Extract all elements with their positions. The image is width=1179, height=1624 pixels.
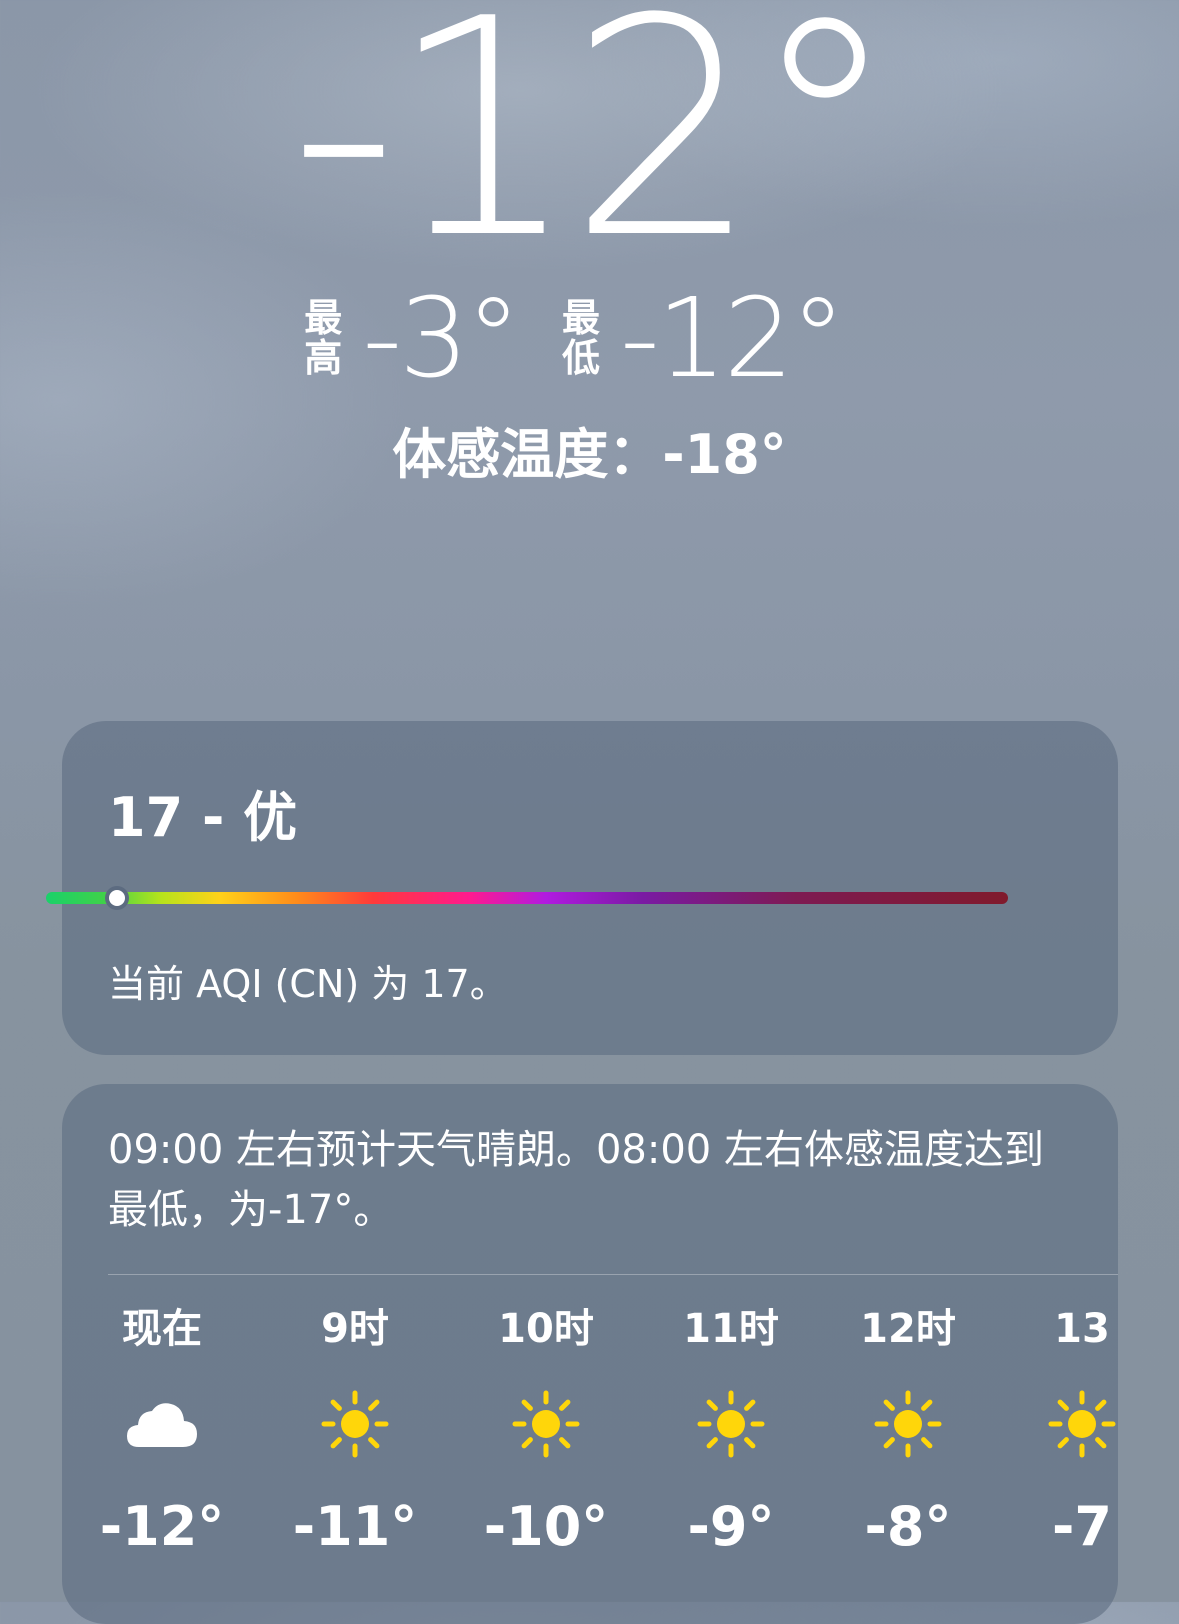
hour-column: 9时 -11° — [265, 1289, 445, 1575]
divider — [108, 1274, 1118, 1275]
hour-time: 13 — [1054, 1306, 1110, 1352]
hour-temperature: -12° — [99, 1495, 225, 1558]
hour-column: 现在 -12° — [72, 1289, 252, 1575]
hourly-forecast-list[interactable]: 现在 -12° 9时 -11° 10时 -10° 11时 -9° 12时 -8° 13 -7 — [62, 1289, 1118, 1609]
hour-temperature: -11° — [292, 1495, 418, 1558]
hour-time: 12时 — [860, 1306, 956, 1352]
hour-temperature: -10° — [483, 1495, 609, 1558]
aqi-description: 当前 AQI (CN) 为 17。 — [108, 962, 508, 1006]
sun-icon — [818, 1369, 998, 1479]
sun-icon — [641, 1369, 821, 1479]
hour-time: 11时 — [683, 1306, 779, 1352]
sun-icon — [265, 1369, 445, 1479]
hour-temperature: -9° — [687, 1495, 775, 1558]
hourly-forecast-card: 09:00 左右预计天气晴朗。08:00 左右体感温度达到最低，为-17°。 现… — [62, 1084, 1118, 1624]
hour-temperature: -7 — [1052, 1495, 1112, 1558]
aqi-title: 17 - 优 — [108, 786, 298, 849]
hour-temperature: -8° — [864, 1495, 952, 1558]
high-temperature: -3° — [362, 274, 521, 402]
sun-icon — [992, 1369, 1118, 1479]
air-quality-card[interactable]: 17 - 优 当前 AQI (CN) 为 17。 — [62, 721, 1118, 1055]
hour-column: 13 -7 — [992, 1289, 1118, 1575]
hour-time: 现在 — [122, 1306, 202, 1352]
cloud-icon — [72, 1369, 252, 1479]
aqi-scale-bar — [46, 890, 1008, 906]
hour-time: 10时 — [498, 1306, 594, 1352]
aqi-level-marker — [109, 890, 125, 906]
low-temperature: -12° — [620, 274, 846, 402]
feels-like-temperature: 体感温度：-18° — [392, 423, 787, 486]
hour-column: 11时 -9° — [641, 1289, 821, 1575]
high-low-row: 最 高 -3° 最 低 -12° — [0, 274, 1179, 402]
high-label: 最 高 — [304, 296, 343, 380]
forecast-summary: 09:00 左右预计天气晴朗。08:00 左右体感温度达到最低，为-17°。 — [108, 1127, 1044, 1233]
sun-icon — [456, 1369, 636, 1479]
hour-time: 9时 — [321, 1306, 389, 1352]
hour-column: 12时 -8° — [818, 1289, 998, 1575]
current-temperature: -12° — [289, 0, 900, 304]
hour-column: 10时 -10° — [456, 1289, 636, 1575]
low-label: 最 低 — [562, 296, 601, 380]
